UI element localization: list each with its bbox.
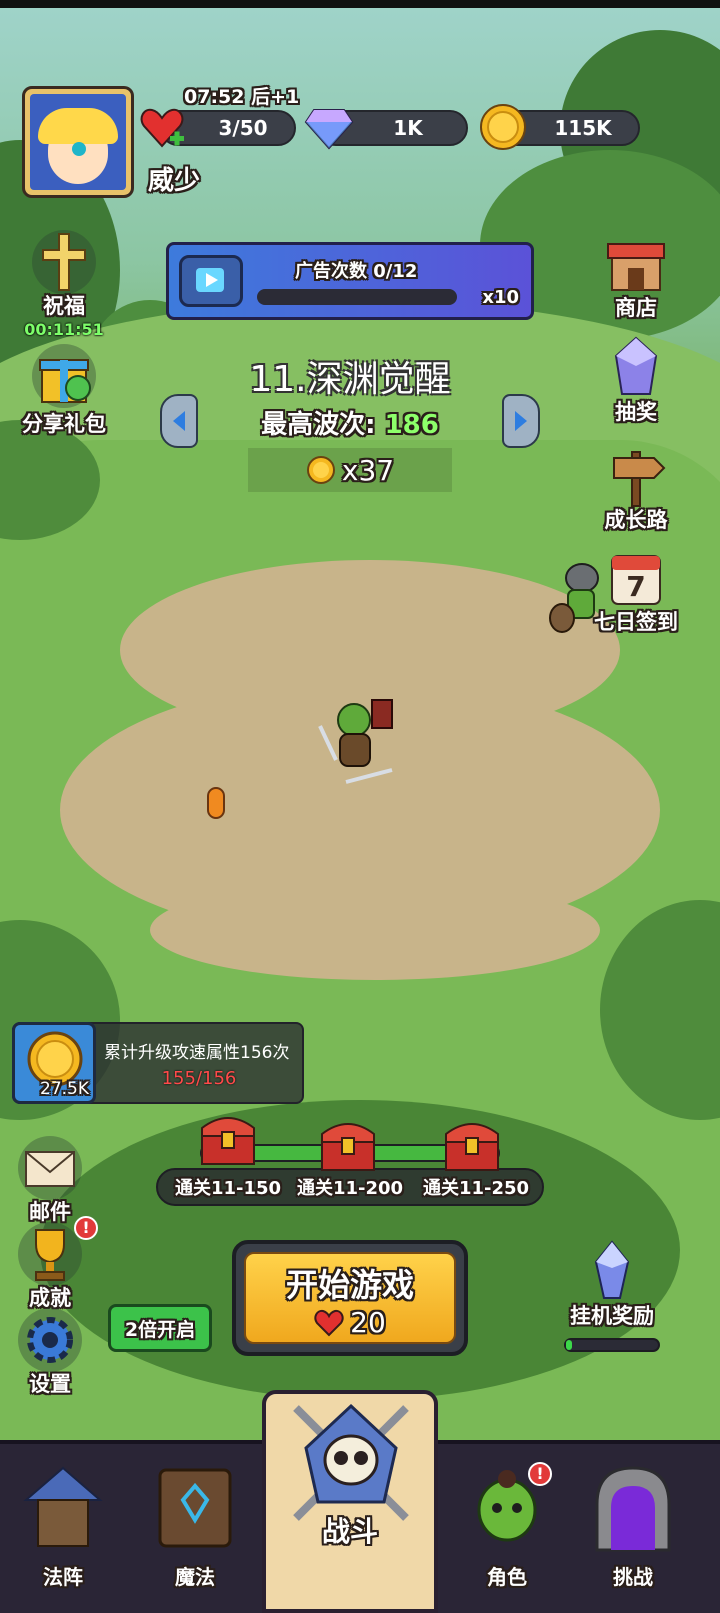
diamond-icon — [304, 104, 354, 152]
blessing-button[interactable]: 祝福 00:11:51 — [14, 230, 114, 339]
quest-reward-value: 27.5K — [40, 1079, 89, 1099]
trophy-icon — [35, 1229, 65, 1281]
energy-value: 3/50 — [218, 116, 268, 140]
gear-icon — [27, 1317, 73, 1363]
best-wave-label: 最高波次: — [261, 410, 376, 440]
quest-progress: 155/156 — [161, 1068, 237, 1089]
treasure-chest-icon — [445, 1123, 499, 1171]
start-game-button[interactable]: 开始游戏 20 — [232, 1240, 468, 1356]
growth-path-button[interactable]: 成长路 — [586, 444, 686, 534]
chevron-left-icon — [173, 411, 185, 431]
double-speed-button[interactable]: 2倍开启 — [108, 1304, 212, 1352]
nav-battle[interactable]: 战斗 — [262, 1390, 438, 1613]
quest-reward-box: 27.5K — [12, 1022, 96, 1104]
player-name: 威少 — [148, 166, 201, 196]
orc-warrior-enemy — [316, 690, 396, 790]
chest-2[interactable] — [316, 1116, 380, 1174]
mail-button[interactable]: 邮件 — [0, 1136, 100, 1226]
portal-icon — [595, 1466, 671, 1552]
envelope-icon — [25, 1151, 75, 1187]
orc-shield-enemy — [548, 556, 608, 636]
achievement-button[interactable]: ! 成就 — [0, 1216, 100, 1312]
energy-timer: 07:52 后+1 — [184, 86, 300, 108]
dropped-coin — [207, 787, 225, 819]
tower-icon — [23, 1466, 103, 1547]
stage-reward-value: x37 — [341, 453, 395, 487]
start-cost-value: 20 — [350, 1306, 386, 1339]
signpost-icon — [613, 451, 666, 507]
shop-button[interactable]: 商店 — [586, 232, 686, 322]
gold-coin-icon — [478, 102, 528, 152]
settings-button[interactable]: 设置 — [0, 1308, 100, 1398]
idle-reward-label: 挂机奖励 — [570, 1304, 654, 1328]
stage-reward: x37 — [248, 448, 452, 492]
treasure-chest-icon — [321, 1123, 375, 1171]
heart-plus-icon — [138, 104, 186, 152]
shop-label: 商店 — [615, 296, 657, 320]
shop-icon — [607, 243, 665, 291]
lottery-label: 抽奖 — [615, 400, 657, 424]
ad-multiplier: x10 — [482, 287, 519, 308]
start-cost: 20 — [236, 1306, 464, 1339]
idle-reward-button[interactable]: 挂机奖励 — [562, 1240, 662, 1330]
nav-character-label: 角色 — [487, 1565, 527, 1589]
gem-value: 1K — [393, 116, 423, 140]
chevron-right-icon — [515, 411, 527, 431]
spellbook-icon — [158, 1468, 232, 1548]
prev-stage-arrow[interactable] — [160, 394, 198, 448]
crystal-icon — [614, 336, 658, 395]
treasure-chest-icon — [201, 1117, 255, 1165]
cross-icon — [42, 233, 86, 291]
chest-label-2: 通关11-200 — [296, 1178, 404, 1199]
growth-path-label: 成长路 — [604, 508, 668, 532]
double-speed-label: 2倍开启 — [124, 1318, 196, 1341]
start-game-label: 开始游戏 — [285, 1266, 414, 1304]
nav-challenge-label: 挑战 — [613, 1565, 653, 1589]
blessing-timer: 00:11:51 — [24, 320, 104, 339]
ad-count-label: 广告次数 0/12 — [295, 261, 418, 282]
lottery-button[interactable]: 抽奖 — [586, 336, 686, 426]
best-wave-value: 186 — [384, 410, 439, 440]
ad-progress-bar — [257, 289, 457, 305]
nav-formation-label: 法阵 — [43, 1565, 83, 1589]
coin-icon — [306, 456, 335, 484]
chest-label-1: 通关11-150 — [174, 1178, 282, 1199]
quest-panel[interactable]: 27.5K 累计升级攻速属性156次 155/156 — [12, 1022, 304, 1104]
nav-challenge[interactable]: 挑战 — [578, 1460, 688, 1600]
chest-3[interactable] — [440, 1116, 504, 1174]
blessing-label: 祝福 — [43, 294, 85, 318]
chest-label-3: 通关11-250 — [422, 1178, 530, 1199]
crystal-icon — [594, 1240, 630, 1299]
nav-character[interactable]: ! 角色 — [452, 1460, 562, 1600]
nav-battle-label: 战斗 — [321, 1515, 378, 1548]
quest-title: 累计升级攻速属性156次 — [104, 1043, 290, 1063]
nav-magic[interactable]: 魔法 — [140, 1460, 250, 1600]
ad-reward-panel[interactable]: 广告次数 0/12 x10 — [166, 242, 534, 320]
player-avatar[interactable] — [22, 86, 134, 198]
nav-formation[interactable]: 法阵 — [8, 1460, 118, 1600]
nav-magic-label: 魔法 — [175, 1565, 215, 1589]
calendar-day: 7 — [626, 570, 646, 603]
heart-icon — [314, 1309, 344, 1336]
next-stage-arrow[interactable] — [502, 394, 540, 448]
achievement-badge: ! — [74, 1216, 98, 1240]
chest-1[interactable] — [196, 1110, 260, 1168]
character-badge: ! — [528, 1462, 552, 1486]
video-play-icon — [179, 255, 243, 307]
settings-label: 设置 — [29, 1372, 71, 1396]
idle-progress-bar — [564, 1338, 660, 1352]
skull-crossed-swords-icon — [293, 1403, 409, 1521]
coin-value: 115K — [554, 116, 612, 140]
